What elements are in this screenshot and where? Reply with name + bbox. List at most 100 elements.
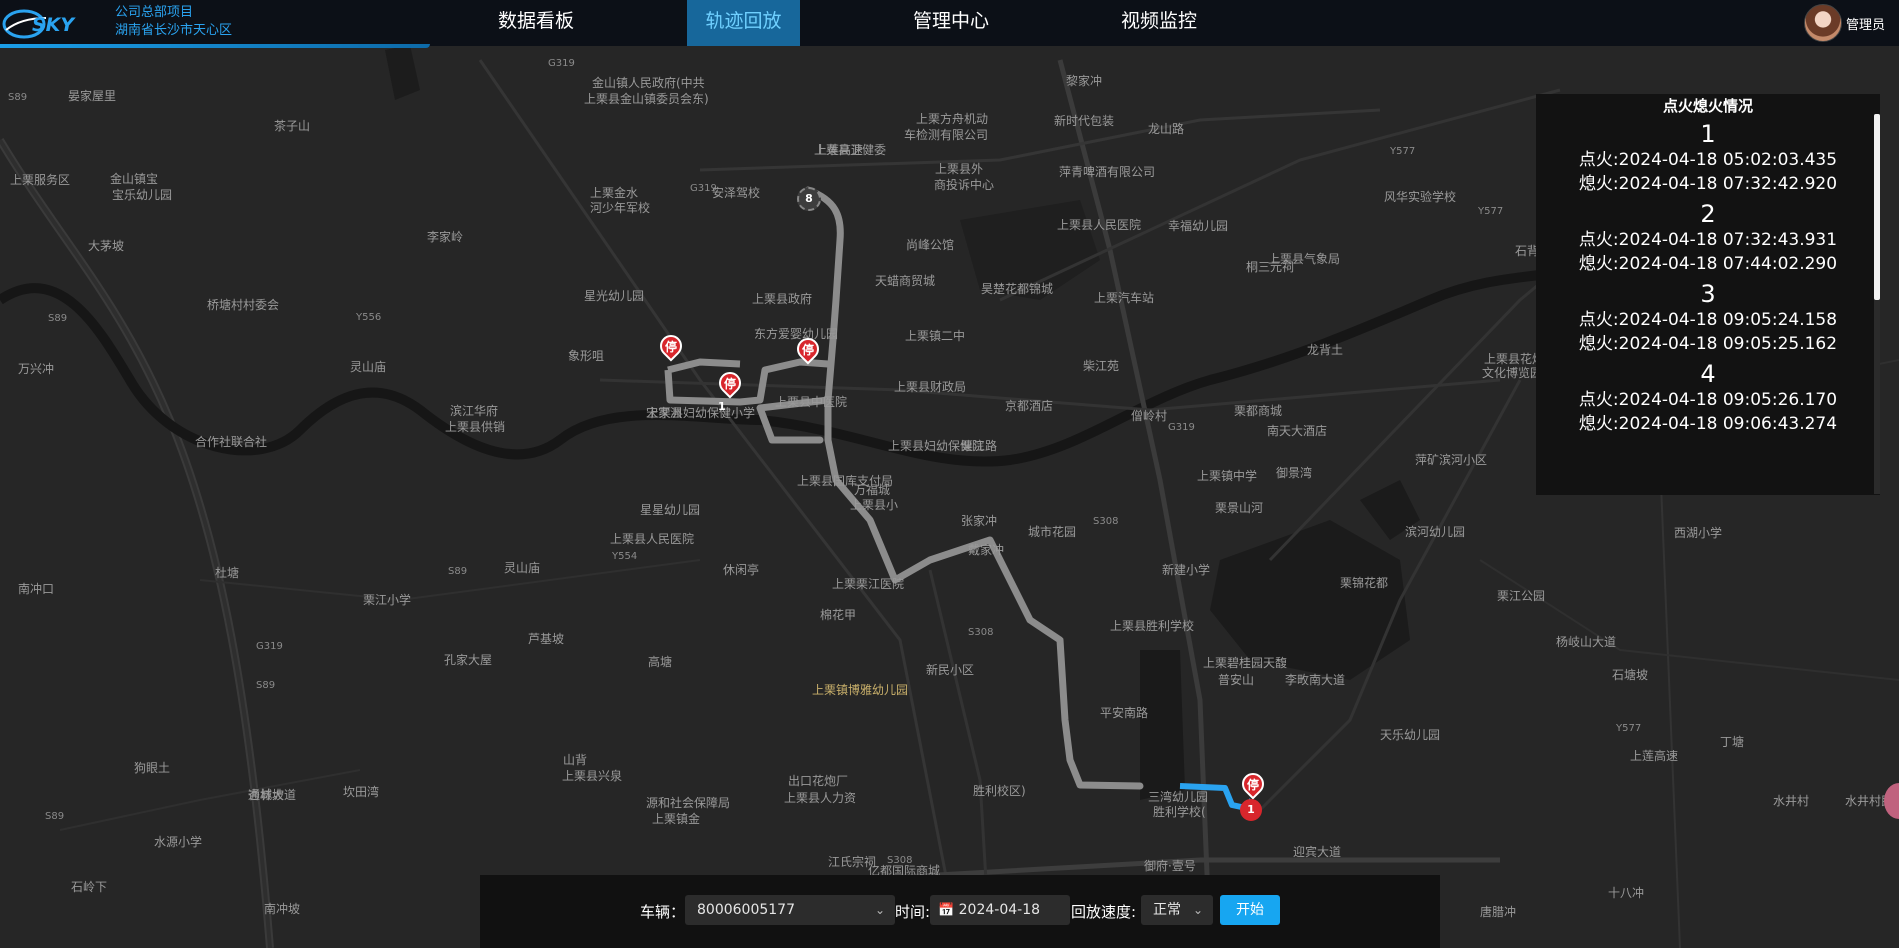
nav-management[interactable]: 管理中心 (895, 0, 1007, 46)
map-label: 京都酒店 (1005, 399, 1054, 413)
map-label: G319 (256, 641, 283, 652)
user-menu[interactable]: 管理员 (1803, 2, 1885, 44)
top-header: SKY 公司总部项目 湖南省长沙市天心区 数据看板 轨迹回放 管理中心 视频监控… (0, 0, 1899, 48)
map-label: 黎家冲 (1066, 74, 1103, 88)
date-picker-value: 2024-04-18 (958, 902, 1041, 918)
map-label: 栗景山河 (1215, 501, 1264, 515)
map-label: S308 (1093, 516, 1119, 527)
scrollbar-thumb[interactable] (1874, 114, 1880, 300)
map-label: 上栗县金山镇委员会东) (584, 92, 709, 106)
stop-marker[interactable]: 停 (655, 330, 687, 365)
map-label: 李畋南大道 (1285, 673, 1346, 687)
map-label: 上栗县兴泉 (562, 769, 623, 783)
map-label: 上栗县人民医院 (1057, 218, 1142, 232)
stop-marker[interactable]: 停 (714, 367, 746, 402)
map-label: 狗眼土 (134, 761, 171, 775)
ignition-panel-title: 点火熄火情况 (1662, 97, 1753, 115)
map-label: 上莲高速 (1630, 749, 1679, 763)
map-label: 新民小区 (926, 663, 975, 677)
ignition-on-time: 点火:2024-04-18 09:05:26.170 (1578, 390, 1838, 410)
map-label: S89 (448, 566, 468, 577)
nav-track-playback[interactable]: 轨迹回放 (687, 0, 800, 46)
map-label: 灵山庙 (350, 360, 387, 374)
map-label: 晏家屋里 (68, 89, 117, 103)
company-line2: 湖南省长沙市天心区 (115, 23, 233, 38)
map-label: 上栗县供销 (445, 420, 506, 434)
map-label: 上栗栗江医院 (832, 577, 905, 591)
speed-label: 回放速度: (1071, 903, 1137, 921)
map-label: 昊楚花都锦城 (981, 282, 1054, 296)
chevron-down-icon: ⌄ (874, 903, 885, 917)
map-label: 棉花甲 (820, 608, 857, 622)
speed-select[interactable]: 正常 ⌄ (1141, 895, 1213, 925)
map-label: Y556 (356, 312, 382, 323)
panel-scrollbar[interactable] (1874, 114, 1880, 494)
stop-marker-text: 停 (664, 340, 677, 354)
map-label: 滨江华府 (450, 404, 499, 418)
map-label: 上栗县人力资 (784, 791, 857, 805)
map-label: 上栗镇二中 (905, 329, 966, 343)
company-info: 公司总部项目 湖南省长沙市天心区 (115, 4, 232, 40)
map-label: 车检测有限公司 (904, 128, 989, 142)
start-button[interactable]: 开始 (1220, 895, 1280, 925)
map-label: 李家岭 (427, 230, 464, 244)
map-label: 水井村 (1773, 794, 1810, 808)
map-label: 大茅坡 (88, 239, 125, 253)
calendar-icon: 📅 (938, 903, 955, 918)
map-label: 文化博览园 (1482, 366, 1543, 380)
stop-marker[interactable]: 停 (792, 333, 824, 368)
nav-dashboard[interactable]: 数据看板 (480, 0, 592, 46)
map-label: 僧岭村 (1131, 409, 1168, 423)
map-label: 城市花园 (1028, 525, 1077, 539)
nav-video-monitor[interactable]: 视频监控 (1103, 0, 1215, 46)
map-label: 御景湾 (1276, 466, 1313, 480)
end-marker[interactable]: 1 (1240, 799, 1262, 821)
map-label: 水源小学 (154, 835, 203, 849)
stop-marker-text: 停 (723, 377, 736, 391)
ignition-on-time: 点火:2024-04-18 09:05:24.158 (1578, 310, 1838, 330)
ignition-record-list[interactable]: 1 点火:2024-04-18 05:02:03.435 熄火:2024-04-18… (1536, 120, 1880, 436)
app-root: G319 金山镇人民政府(中共 上栗县金山镇委员会东) S89 晏家屋里 茶子山 上栗服务区… (0, 0, 1899, 948)
vehicle-select-value: 80006005177 (697, 902, 795, 918)
map-label: 桐三元祠 (1246, 260, 1295, 274)
map-label: 通城大道 (248, 788, 297, 802)
avatar[interactable] (1803, 4, 1842, 42)
ignition-off-time: 熄火:2024-04-18 09:06:43.274 (1578, 414, 1838, 434)
vehicle-select[interactable]: 80006005177 ⌄ (685, 895, 895, 925)
playback-control-bar: 车辆： 80006005177 ⌄ 时间: 📅 2024-04-18 回放速度:… (480, 875, 1440, 948)
map-label: 迎宾大道 (1293, 845, 1342, 859)
map-label: Y577 (1478, 206, 1504, 217)
map-label: 胜利学校( (1153, 805, 1206, 819)
map-label: 尚峰公馆 (906, 238, 955, 252)
map-label: 萍青啤酒有限公司 (1059, 165, 1156, 179)
map-label: 柴江苑 (1083, 359, 1120, 373)
map-label: Y577 (1390, 146, 1416, 157)
map-label: 栗锦花都 (1340, 576, 1389, 590)
map-label: 御府·壹号 (1144, 859, 1196, 873)
map-label: 出口花炮厂 (788, 774, 849, 788)
map-label: 十八冲 (1608, 886, 1645, 900)
user-name: 管理员 (1845, 17, 1885, 33)
cluster-marker[interactable]: 8 (797, 187, 821, 211)
ignition-record-index: 1 (1700, 120, 1716, 148)
date-picker[interactable]: 📅 2024-04-18 (930, 895, 1070, 925)
map-label: 南冲坡 (264, 902, 301, 916)
map-label: 新时代包装 (1054, 114, 1115, 128)
map-label: 象形咀 (568, 349, 605, 363)
ignition-panel: 点火熄火情况 1 点火:2024-04-18 05:02:03.435 熄火:202… (1536, 94, 1880, 495)
map-label: 芦基坡 (528, 632, 565, 646)
map-label: 上栗县妇幼保健小学 (647, 406, 756, 420)
ignition-on-time: 点火:2024-04-18 05:02:03.435 (1578, 150, 1838, 170)
map-label: 萍矿滨河小区 (1415, 453, 1488, 467)
map-label: 滨河幼儿园 (1405, 525, 1466, 539)
map-label: 杜塘 (215, 566, 240, 580)
ignition-off-time: 熄火:2024-04-18 09:05:25.162 (1578, 334, 1838, 354)
map-label: 上栗县小 (850, 498, 899, 512)
map-label: 茶子山 (274, 119, 311, 133)
map-label: 杨岐山大道 (1556, 635, 1617, 649)
map-label: 普安山 (1218, 673, 1255, 687)
map-label: 天乐幼儿园 (1380, 728, 1441, 742)
map-label: 上栗县人民医院 (610, 532, 695, 546)
ignition-record-index: 2 (1700, 200, 1716, 228)
map-label: 上栗县财政局 (894, 380, 967, 394)
